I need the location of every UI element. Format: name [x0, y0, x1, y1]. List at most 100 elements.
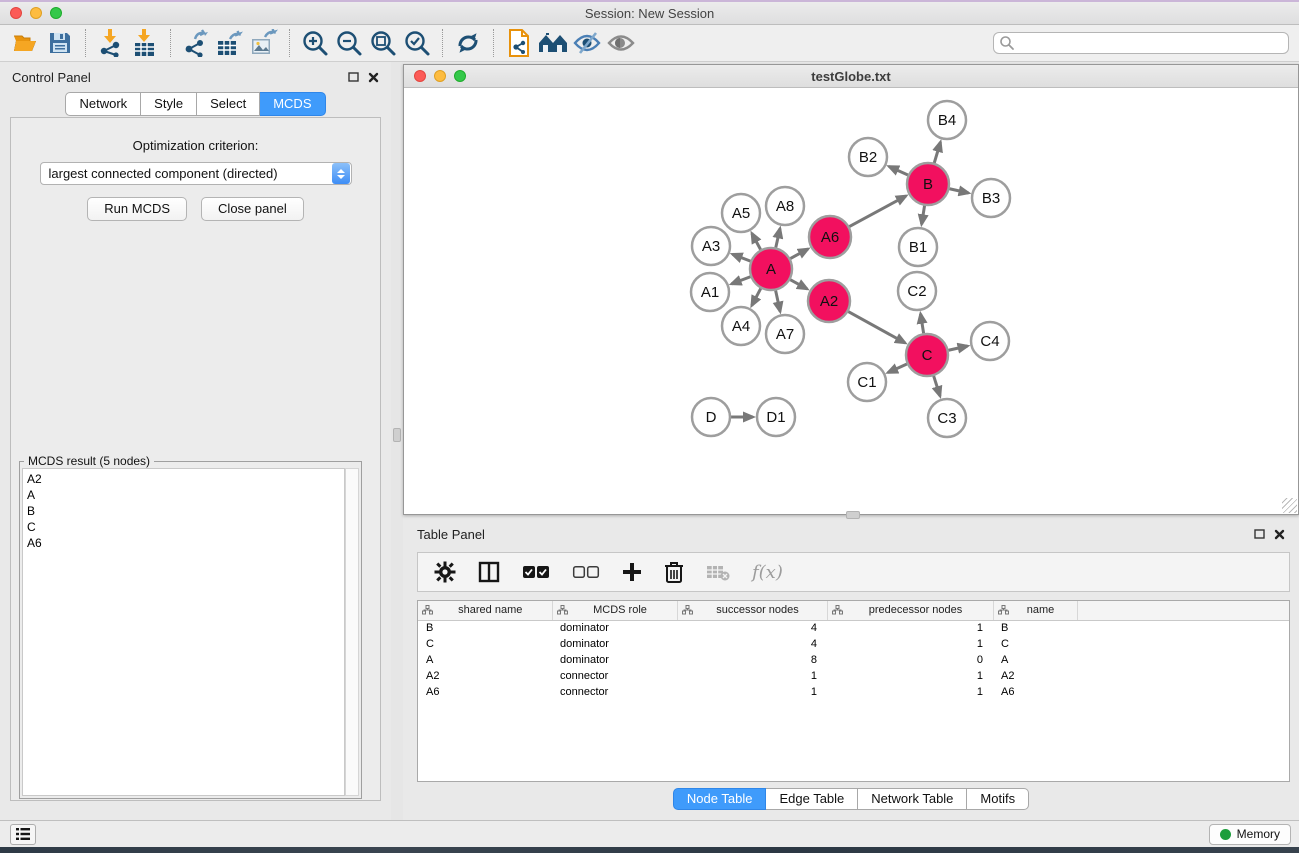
import-network-icon[interactable] — [94, 28, 128, 58]
column-header[interactable]: successor nodes — [677, 601, 827, 620]
mcds-result-list[interactable]: A2ABCA6 — [22, 468, 345, 796]
table-cell[interactable]: 4 — [677, 620, 827, 636]
float-panel-icon[interactable] — [1254, 529, 1265, 539]
table-cell[interactable]: A — [418, 652, 552, 668]
optimization-criterion-select[interactable]: largest connected component (directed) — [40, 162, 352, 185]
graph-node-C[interactable]: C — [906, 334, 948, 376]
table-row[interactable]: Adominator80A — [418, 652, 1289, 668]
mcds-result-item[interactable]: B — [23, 503, 344, 519]
resize-grip-icon[interactable] — [1282, 498, 1297, 513]
table-cell[interactable]: connector — [552, 684, 677, 700]
node-table[interactable]: shared nameMCDS rolesuccessor nodesprede… — [417, 600, 1290, 782]
graph-node-A3[interactable]: A3 — [692, 227, 730, 265]
table-cell[interactable]: dominator — [552, 620, 677, 636]
first-neighbors-icon[interactable] — [536, 28, 570, 58]
zoom-in-icon[interactable] — [298, 28, 332, 58]
export-image-icon[interactable] — [247, 28, 281, 58]
table-cell[interactable]: 1 — [677, 668, 827, 684]
mcds-result-item[interactable]: A — [23, 487, 344, 503]
column-header[interactable]: shared name — [418, 601, 552, 620]
graph-edge-A-A5[interactable] — [752, 233, 761, 249]
table-cell[interactable]: 4 — [677, 636, 827, 652]
tab-motifs[interactable]: Motifs — [967, 788, 1029, 810]
table-cell[interactable]: C — [993, 636, 1077, 652]
table-cell[interactable]: dominator — [552, 636, 677, 652]
graph-node-C2[interactable]: C2 — [898, 272, 936, 310]
table-cell[interactable]: 1 — [827, 636, 993, 652]
graph-node-A8[interactable]: A8 — [766, 187, 804, 225]
search-input[interactable] — [1015, 34, 1288, 52]
table-cell[interactable]: 1 — [677, 684, 827, 700]
table-cell[interactable]: connector — [552, 668, 677, 684]
split-grip[interactable] — [846, 511, 860, 519]
graph-node-D1[interactable]: D1 — [757, 398, 795, 436]
graph-edge-A-A2[interactable] — [790, 280, 807, 289]
graph-edge-C-C1[interactable] — [888, 364, 907, 373]
table-cell[interactable]: B — [993, 620, 1077, 636]
function-builder-icon[interactable]: f(x) — [752, 562, 783, 583]
graph-node-A1[interactable]: A1 — [691, 273, 729, 311]
graph-node-B2[interactable]: B2 — [849, 138, 887, 176]
table-row[interactable]: Bdominator41B — [418, 620, 1289, 636]
graph-node-D[interactable]: D — [692, 398, 730, 436]
delete-column-icon[interactable] — [664, 561, 684, 583]
table-cell[interactable]: A2 — [993, 668, 1077, 684]
table-cell[interactable]: 8 — [677, 652, 827, 668]
graph-edge-B-B1[interactable] — [922, 206, 925, 225]
column-settings-icon[interactable] — [478, 561, 500, 583]
graph-edge-A-A6[interactable] — [790, 249, 808, 259]
graph-edge-A-A4[interactable] — [752, 288, 761, 305]
delete-table-icon[interactable] — [706, 563, 730, 581]
graph-edge-A-A7[interactable] — [776, 291, 781, 312]
mcds-result-item[interactable]: A2 — [23, 471, 344, 487]
tab-node-table[interactable]: Node Table — [673, 788, 767, 810]
mcds-result-item[interactable]: C — [23, 519, 344, 535]
apply-layout-icon[interactable] — [451, 28, 485, 58]
task-history-button[interactable] — [10, 824, 36, 845]
table-cell[interactable]: B — [418, 620, 552, 636]
table-cell[interactable]: 1 — [827, 620, 993, 636]
table-cell[interactable]: 1 — [827, 668, 993, 684]
graph-node-B[interactable]: B — [907, 163, 949, 205]
table-cell[interactable]: A6 — [418, 684, 552, 700]
show-all-icon[interactable] — [604, 28, 638, 58]
zoom-selected-icon[interactable] — [400, 28, 434, 58]
close-panel-button[interactable]: Close panel — [201, 197, 304, 221]
tab-style[interactable]: Style — [141, 92, 197, 116]
graph-edge-A2-C[interactable] — [848, 312, 905, 343]
graph-node-B4[interactable]: B4 — [928, 101, 966, 139]
graph-edge-A-A1[interactable] — [732, 277, 751, 284]
import-table-icon[interactable] — [128, 28, 162, 58]
network-file-icon[interactable] — [502, 28, 536, 58]
panel-split-divider[interactable] — [391, 62, 403, 820]
graph-node-B3[interactable]: B3 — [972, 179, 1010, 217]
graph-edge-B-B2[interactable] — [889, 166, 908, 175]
mcds-result-item[interactable]: A6 — [23, 535, 344, 551]
table-row[interactable]: A6connector11A6 — [418, 684, 1289, 700]
graph-node-C3[interactable]: C3 — [928, 399, 966, 437]
tab-mcds[interactable]: MCDS — [260, 92, 325, 116]
graph-node-A4[interactable]: A4 — [722, 307, 760, 345]
tab-edge-table[interactable]: Edge Table — [766, 788, 858, 810]
export-table-icon[interactable] — [213, 28, 247, 58]
graph-edge-C-C2[interactable] — [921, 314, 924, 334]
tab-select[interactable]: Select — [197, 92, 260, 116]
float-panel-icon[interactable] — [348, 72, 359, 82]
table-cell[interactable]: dominator — [552, 652, 677, 668]
close-panel-icon[interactable] — [368, 72, 379, 83]
graph-node-B1[interactable]: B1 — [899, 228, 937, 266]
network-canvas[interactable]: B4B2BB3A5A8A6A3B1AA1C2A2A4A7C4CC1C3DD1 — [404, 88, 1298, 514]
zoom-fit-icon[interactable] — [366, 28, 400, 58]
column-header[interactable]: MCDS role — [552, 601, 677, 620]
hide-selected-icon[interactable] — [570, 28, 604, 58]
run-mcds-button[interactable]: Run MCDS — [87, 197, 187, 221]
graph-edge-B-B4[interactable] — [934, 142, 940, 163]
column-header[interactable]: predecessor nodes — [827, 601, 993, 620]
split-grip[interactable] — [393, 428, 401, 442]
column-header[interactable]: name — [993, 601, 1077, 620]
network-graph[interactable]: B4B2BB3A5A8A6A3B1AA1C2A2A4A7C4CC1C3DD1 — [404, 88, 1298, 514]
graph-edge-A-A3[interactable] — [732, 254, 750, 261]
table-cell[interactable]: 0 — [827, 652, 993, 668]
open-session-icon[interactable] — [9, 28, 43, 58]
graph-edge-B-B3[interactable] — [949, 189, 968, 193]
